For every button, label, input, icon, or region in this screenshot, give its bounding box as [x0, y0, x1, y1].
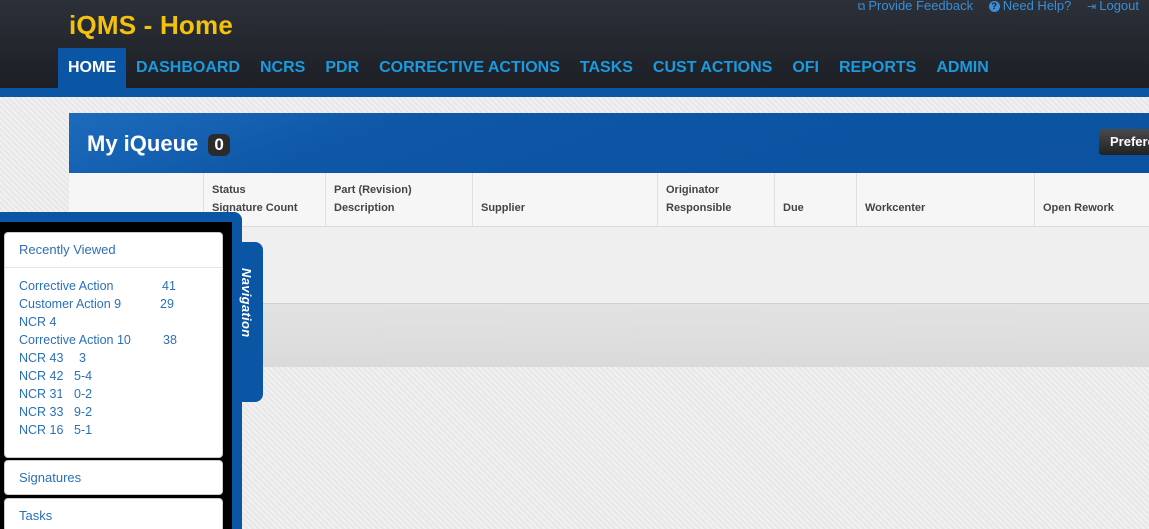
column-header-supplier[interactable]: Supplier	[472, 173, 657, 227]
preferences-button[interactable]: Prefere	[1099, 129, 1149, 155]
app-title: iQMS - Home	[69, 10, 233, 40]
nav-corrective-actions[interactable]: CORRECTIVE ACTIONS	[369, 48, 570, 88]
navigation-tab[interactable]: Navigation	[238, 242, 263, 402]
column-header-workcenter[interactable]: Workcenter	[856, 173, 1034, 227]
iqueue-count-badge: 0	[208, 134, 230, 156]
need-help-link[interactable]: ? Need Help?	[988, 0, 1071, 13]
tasks-panel[interactable]: Tasks	[4, 498, 223, 529]
signatures-title: Signatures	[19, 470, 82, 485]
provide-feedback-link[interactable]: ⧉ Provide Feedback	[857, 0, 973, 13]
external-link-icon: ⧉	[857, 1, 866, 13]
nav-home[interactable]: HOME	[58, 48, 126, 88]
iqueue-title: My iQueue 0	[87, 131, 230, 157]
nav-cust-actions[interactable]: CUST ACTIONS	[643, 48, 782, 88]
nav-admin[interactable]: ADMIN	[926, 48, 998, 88]
recent-item[interactable]: NCR 16 5-1	[5, 421, 222, 439]
column-header-originator[interactable]: Originator Responsible	[657, 173, 774, 227]
top-links: ⧉ Provide Feedback ? Need Help? ⇥ Logout	[845, 0, 1139, 14]
recent-item[interactable]: NCR 31 0-2	[5, 385, 222, 403]
nav-ofi[interactable]: OFI	[782, 48, 829, 88]
app-header: iQMS - Home ⧉ Provide Feedback ? Need Help…	[0, 0, 1149, 88]
signatures-panel[interactable]: Signatures	[4, 460, 223, 495]
column-header-due[interactable]: Due	[774, 173, 856, 227]
column-header-part[interactable]: Part (Revision) Description	[325, 173, 472, 227]
nav-reports[interactable]: REPORTS	[829, 48, 926, 88]
recent-item[interactable]: Corrective Action 41	[5, 277, 222, 295]
recently-viewed-title[interactable]: Recently Viewed	[5, 233, 222, 268]
recent-item[interactable]: NCR 43 3	[5, 349, 222, 367]
recently-viewed-panel: Recently Viewed Corrective Action 41 Cust…	[4, 232, 223, 458]
tasks-title: Tasks	[19, 508, 53, 523]
recently-viewed-list: Corrective Action 41 Customer Action 9 29 …	[5, 268, 222, 439]
recent-item[interactable]: NCR 42 5-4	[5, 367, 222, 385]
logout-icon: ⇥	[1087, 1, 1097, 13]
nav-ncrs[interactable]: NCRS	[250, 48, 315, 88]
nav-tasks[interactable]: TASKS	[570, 48, 643, 88]
recent-item[interactable]: Corrective Action 10 38	[5, 331, 222, 349]
logout-link[interactable]: ⇥ Logout	[1087, 0, 1139, 13]
column-header-open-rework[interactable]: Open Rework	[1034, 173, 1149, 227]
question-circle-icon: ?	[988, 1, 1000, 12]
header-divider	[0, 88, 1149, 97]
recent-item[interactable]: NCR 4	[5, 313, 222, 331]
iqueue-header: My iQueue 0 Prefere	[69, 113, 1149, 173]
nav-pdr[interactable]: PDR	[315, 48, 369, 88]
recent-item[interactable]: NCR 33 9-2	[5, 403, 222, 421]
nav-dashboard[interactable]: DASHBOARD	[126, 48, 250, 88]
recent-item[interactable]: Customer Action 9 29	[5, 295, 222, 313]
main-nav: HOME DASHBOARD NCRS PDR CORRECTIVE ACTIO…	[58, 48, 999, 88]
